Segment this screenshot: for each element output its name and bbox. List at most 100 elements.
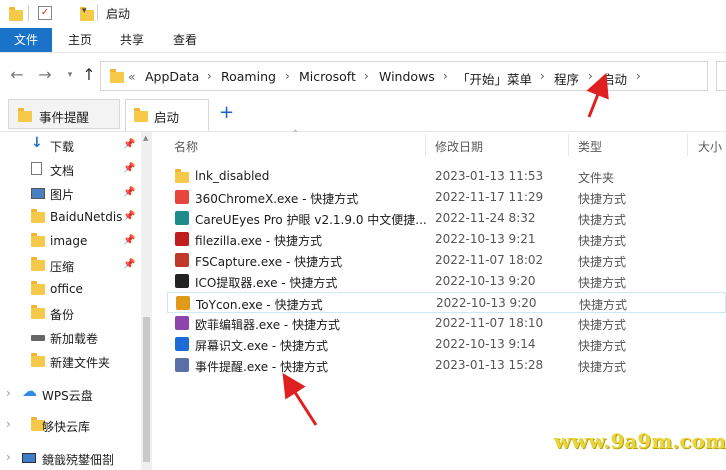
- column-header-type[interactable]: 类型: [578, 138, 602, 155]
- sidebar-item[interactable]: 压缩 📌: [0, 253, 140, 277]
- sidebar-item[interactable]: 备份: [0, 301, 140, 325]
- tab-label: 事件提醒: [39, 110, 90, 125]
- recent-locations-chevron-icon[interactable]: ▾: [61, 66, 79, 84]
- sidebar-item[interactable]: 鏡戠殑鐢佃剳 ›: [0, 446, 140, 470]
- file-list: ⌃ 名称 修改日期 类型 大小 lnk_disabled 2023-01-13 1…: [152, 129, 726, 470]
- sidebar-item-label: 够快云库: [42, 420, 91, 434]
- breadcrumb-programs[interactable]: 程序: [554, 69, 579, 88]
- breadcrumb-microsoft[interactable]: Microsoft: [299, 69, 356, 84]
- sidebar-item-label: 备份: [50, 308, 75, 322]
- expand-chevron-icon[interactable]: ›: [6, 417, 11, 431]
- overflow-chevron-icon[interactable]: «: [128, 69, 136, 84]
- tab-home[interactable]: 主页: [58, 28, 102, 52]
- watermark: www.9a9m.com: [553, 429, 726, 453]
- file-date: 2022-10-13 9:20: [436, 296, 537, 310]
- sidebar-item[interactable]: 图片 📌: [0, 181, 140, 205]
- sidebar-item[interactable]: ↓ 下载 📌: [0, 133, 140, 157]
- title-bar: ✓ ▾ 启动: [0, 0, 726, 28]
- file-date: 2023-01-13 15:28: [435, 358, 544, 372]
- scrollbar-thumb[interactable]: [143, 317, 150, 462]
- chevron-right-icon[interactable]: ›: [636, 69, 641, 83]
- file-row[interactable]: 360ChromeX.exe - 快捷方式 2022-11-17 11:29 快捷方…: [167, 187, 726, 208]
- computer-icon: [22, 453, 36, 463]
- divider[interactable]: [425, 134, 426, 156]
- breadcrumb-windows[interactable]: Windows: [379, 69, 435, 84]
- picture-icon: [31, 188, 45, 199]
- file-date: 2022-10-13 9:20: [435, 274, 536, 288]
- tab-file[interactable]: 文件: [0, 28, 52, 52]
- sidebar-item[interactable]: 新加载卷: [0, 325, 140, 349]
- pin-icon: 📌: [123, 163, 136, 174]
- divider[interactable]: [568, 134, 569, 156]
- expand-chevron-icon[interactable]: ›: [6, 386, 11, 400]
- forward-arrow-icon[interactable]: →: [36, 66, 54, 84]
- breadcrumb-start-menu[interactable]: 「开始」菜单: [457, 69, 532, 88]
- file-name: filezilla.exe - 快捷方式: [195, 234, 322, 248]
- chevron-right-icon[interactable]: ›: [285, 69, 290, 83]
- properties-icon[interactable]: ✓: [38, 6, 52, 20]
- breadcrumb-roaming[interactable]: Roaming: [221, 69, 276, 84]
- expand-chevron-icon[interactable]: ›: [6, 450, 11, 464]
- file-date: 2022-10-13 9:21: [435, 232, 536, 246]
- folder-icon: [18, 108, 32, 122]
- sidebar-item[interactable]: ☁ WPS云盘 ›: [0, 382, 140, 406]
- sidebar-item[interactable]: 够快云库 ›: [0, 413, 140, 437]
- customize-toolbar-icon[interactable]: ▾: [82, 6, 87, 16]
- file-row[interactable]: ICO提取器.exe - 快捷方式 2022-10-13 9:20 快捷方式: [167, 271, 726, 292]
- file-name: FSCapture.exe - 快捷方式: [195, 255, 343, 269]
- sidebar-scrollbar[interactable]: ▲: [141, 132, 152, 470]
- file-type: 快捷方式: [578, 360, 627, 374]
- address-bar[interactable]: « AppData › Roaming › Microsoft › Window…: [100, 61, 708, 91]
- sidebar-item[interactable]: office: [0, 277, 140, 301]
- chevron-right-icon[interactable]: ›: [588, 69, 593, 83]
- tab-share[interactable]: 共享: [110, 28, 154, 52]
- file-type: 快捷方式: [579, 298, 628, 312]
- sidebar-item[interactable]: image 📌: [0, 229, 140, 253]
- back-arrow-icon[interactable]: ←: [8, 66, 26, 84]
- file-type: 快捷方式: [578, 213, 627, 227]
- file-row[interactable]: lnk_disabled 2023-01-13 11:53 文件夹: [167, 166, 726, 187]
- folder-icon: [175, 169, 189, 183]
- search-box[interactable]: [716, 61, 726, 91]
- file-row[interactable]: filezilla.exe - 快捷方式 2022-10-13 9:21 快捷方式: [167, 229, 726, 250]
- ocr-icon: [175, 337, 189, 351]
- editor-icon: [175, 316, 189, 330]
- folder-icon: [31, 257, 45, 271]
- file-row[interactable]: CareUEyes Pro 护眼 v2.1.9.0 中文便捷... 2022-11…: [167, 208, 726, 229]
- tab-startup-folder[interactable]: 启动: [125, 99, 209, 131]
- folder-icon: [31, 281, 45, 295]
- tab-view[interactable]: 查看: [163, 28, 207, 52]
- tab-reminder-folder[interactable]: 事件提醒: [8, 99, 120, 129]
- divider[interactable]: [687, 134, 688, 156]
- file-row[interactable]: ToYcon.exe - 快捷方式 2022-10-13 9:20 快捷方式: [167, 292, 726, 313]
- folder-icon: [110, 69, 124, 83]
- column-header-size[interactable]: 大小: [698, 138, 722, 155]
- column-header-name[interactable]: 名称: [174, 138, 198, 155]
- file-type: 快捷方式: [578, 255, 627, 269]
- file-date: 2022-10-13 9:14: [435, 337, 536, 351]
- chevron-right-icon[interactable]: ›: [540, 69, 545, 83]
- sidebar-item[interactable]: 新建文件夹: [0, 349, 140, 373]
- sidebar-item[interactable]: BaiduNetdis 📌: [0, 205, 140, 229]
- file-row[interactable]: 事件提醒.exe - 快捷方式 2023-01-13 15:28 快捷方式: [167, 355, 726, 376]
- breadcrumb-appdata[interactable]: AppData: [145, 69, 199, 84]
- chevron-right-icon[interactable]: ›: [207, 69, 212, 83]
- sort-chevron-up-icon[interactable]: ⌃: [292, 129, 299, 138]
- toycon-icon: [176, 296, 190, 310]
- breadcrumb-startup[interactable]: 启动: [602, 69, 627, 88]
- divider: [28, 5, 29, 21]
- capture-icon: [175, 253, 189, 267]
- divider: [97, 5, 98, 21]
- sidebar-item[interactable]: 文档 📌: [0, 157, 140, 181]
- column-header-date[interactable]: 修改日期: [435, 138, 483, 155]
- scroll-up-icon[interactable]: ▲: [143, 134, 148, 142]
- file-row[interactable]: 屏幕识文.exe - 快捷方式 2022-10-13 9:14 快捷方式: [167, 334, 726, 355]
- chevron-right-icon[interactable]: ›: [443, 69, 448, 83]
- file-date: 2022-11-07 18:02: [435, 253, 544, 267]
- up-arrow-icon[interactable]: ↑: [80, 66, 98, 84]
- file-row[interactable]: FSCapture.exe - 快捷方式 2022-11-07 18:02 快捷方式: [167, 250, 726, 271]
- new-tab-plus-icon[interactable]: +: [219, 102, 234, 123]
- file-row[interactable]: 欧菲编辑器.exe - 快捷方式 2022-11-07 18:10 快捷方式: [167, 313, 726, 334]
- file-name: 屏幕识文.exe - 快捷方式: [195, 339, 329, 353]
- chevron-right-icon[interactable]: ›: [364, 69, 369, 83]
